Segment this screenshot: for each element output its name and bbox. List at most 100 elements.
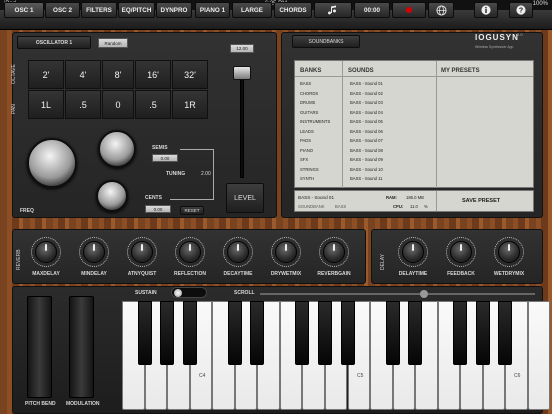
tab-filters[interactable]: FILTERS bbox=[81, 2, 117, 18]
music-note-button[interactable] bbox=[314, 2, 352, 18]
battery-label: 100% bbox=[532, 1, 548, 7]
soundbank-list bbox=[294, 60, 534, 188]
help-button[interactable]: ? bbox=[509, 2, 533, 18]
scroll-handle[interactable] bbox=[420, 290, 428, 298]
black-key[interactable] bbox=[340, 301, 355, 365]
pan-05r-button[interactable]: .5 bbox=[135, 90, 171, 119]
reverb-knob-mindelay[interactable] bbox=[83, 241, 105, 263]
black-key[interactable] bbox=[227, 301, 242, 365]
tuning-value: 2.00 bbox=[201, 171, 211, 177]
octave-8-button[interactable]: 8' bbox=[102, 60, 134, 89]
pan-1r-button[interactable]: 1R bbox=[172, 90, 208, 119]
black-key[interactable] bbox=[160, 301, 175, 365]
soundbank-value: BASS bbox=[335, 204, 347, 209]
sound-item[interactable]: BASS - Sound 09 bbox=[350, 157, 383, 162]
sound-item[interactable]: BASS - Sound 11 bbox=[350, 176, 383, 181]
freq-knob[interactable] bbox=[27, 138, 77, 188]
pitch-bend-label: PITCH BEND bbox=[25, 401, 56, 407]
octave-label-c5: C5 bbox=[357, 373, 364, 379]
sound-item[interactable]: BASS - Sound 01 bbox=[350, 81, 383, 86]
pan-05l-button[interactable]: .5 bbox=[65, 90, 101, 119]
sound-item[interactable]: BASS - Sound 03 bbox=[350, 100, 383, 105]
tab-eqpitch[interactable]: EQ/PITCH bbox=[118, 2, 155, 18]
bank-item[interactable]: SYNTH bbox=[300, 176, 314, 181]
black-key[interactable] bbox=[250, 301, 265, 365]
save-preset-button[interactable]: SAVE PRESET bbox=[462, 198, 500, 204]
tab-large[interactable]: LARGE bbox=[232, 2, 272, 18]
bank-item[interactable]: DRUMS bbox=[300, 100, 315, 105]
level-slider-handle[interactable] bbox=[233, 66, 251, 80]
scroll-track[interactable] bbox=[260, 293, 535, 295]
presets-header: MY PRESETS bbox=[441, 68, 480, 74]
cpu-unit: % bbox=[424, 204, 428, 209]
bank-item[interactable]: PIANO bbox=[300, 148, 313, 153]
tab-piano1[interactable]: PIANO 1 bbox=[195, 2, 230, 18]
modulation-wheel[interactable] bbox=[69, 296, 94, 398]
sound-item[interactable]: BASS - Sound 06 bbox=[350, 129, 383, 134]
black-key[interactable] bbox=[385, 301, 400, 365]
soundbanks-tab[interactable]: SOUNDBANKS bbox=[292, 35, 360, 48]
reverb-knob-maxdelay[interactable] bbox=[35, 241, 57, 263]
black-key[interactable] bbox=[498, 301, 513, 365]
globe-icon bbox=[435, 4, 447, 16]
white-key[interactable] bbox=[527, 301, 551, 410]
bank-item[interactable]: LEADS bbox=[300, 129, 314, 134]
ram-label: RAM: bbox=[386, 195, 397, 200]
pan-1l-button[interactable]: 1L bbox=[28, 90, 64, 119]
black-key[interactable] bbox=[453, 301, 468, 365]
cpu-label: CPU: bbox=[393, 204, 404, 209]
bank-item[interactable]: BASS bbox=[300, 81, 311, 86]
network-button[interactable] bbox=[428, 2, 454, 18]
sound-item[interactable]: BASS - Sound 05 bbox=[350, 119, 383, 124]
knob-indicator bbox=[141, 244, 143, 251]
black-key[interactable] bbox=[182, 301, 197, 365]
reverb-knob-reflection[interactable] bbox=[179, 241, 201, 263]
soundbank-label: SOUNDBANK bbox=[298, 204, 325, 209]
delay-knob-wetdrymix[interactable] bbox=[498, 241, 520, 263]
cents-knob[interactable] bbox=[96, 180, 128, 212]
octave-32-button[interactable]: 32' bbox=[172, 60, 208, 89]
black-key[interactable] bbox=[295, 301, 310, 365]
sound-item[interactable]: BASS - Sound 07 bbox=[350, 138, 383, 143]
reverb-knob-atnyquist[interactable] bbox=[131, 241, 153, 263]
sustain-toggle[interactable] bbox=[171, 287, 207, 298]
reverb-knob-reverbgain[interactable] bbox=[323, 241, 345, 263]
info-button[interactable] bbox=[474, 2, 498, 18]
reverb-knob-decaytime[interactable] bbox=[227, 241, 249, 263]
random-button[interactable]: Random bbox=[98, 38, 128, 48]
bank-item[interactable]: GUITARS bbox=[300, 110, 318, 115]
semis-label: SEMIS bbox=[152, 145, 168, 151]
knob-indicator bbox=[189, 244, 191, 251]
time-display: 00:00 bbox=[354, 2, 390, 18]
bank-item[interactable]: INSTRUMENTS bbox=[300, 119, 330, 124]
tab-chords[interactable]: CHORDS bbox=[274, 2, 312, 18]
delay-knob-feedback[interactable] bbox=[450, 241, 472, 263]
octave-16-button[interactable]: 16' bbox=[135, 60, 171, 89]
tab-osc2[interactable]: OSC 2 bbox=[45, 2, 80, 18]
sound-item[interactable]: BASS - Sound 02 bbox=[350, 91, 383, 96]
reset-button[interactable]: RESET bbox=[180, 206, 204, 215]
black-key[interactable] bbox=[317, 301, 332, 365]
black-key[interactable] bbox=[408, 301, 423, 365]
sound-item[interactable]: BASS - Sound 10 bbox=[350, 167, 383, 172]
black-key[interactable] bbox=[475, 301, 490, 365]
black-key[interactable] bbox=[137, 301, 152, 365]
bank-item[interactable]: STRINGS bbox=[300, 167, 319, 172]
delay-knob-delaytime[interactable] bbox=[402, 241, 424, 263]
tab-dynpro[interactable]: DYNPRO bbox=[156, 2, 192, 18]
bank-item[interactable]: PADS bbox=[300, 138, 311, 143]
semis-knob[interactable] bbox=[98, 130, 136, 168]
record-button[interactable] bbox=[392, 2, 426, 18]
pan-0-button[interactable]: 0 bbox=[102, 90, 134, 119]
bank-item[interactable]: CHORDS bbox=[300, 91, 318, 96]
tab-osc1[interactable]: OSC 1 bbox=[4, 2, 44, 18]
sound-item[interactable]: BASS - Sound 04 bbox=[350, 110, 383, 115]
octave-2-button[interactable]: 2' bbox=[28, 60, 64, 89]
sound-item[interactable]: BASS - Sound 08 bbox=[350, 148, 383, 153]
octave-label: OCTAVE bbox=[11, 64, 17, 84]
octave-4-button[interactable]: 4' bbox=[65, 60, 101, 89]
reverb-knob-drywetmix[interactable] bbox=[275, 241, 297, 263]
level-track bbox=[240, 68, 244, 178]
pitch-bend-wheel[interactable] bbox=[27, 296, 52, 398]
bank-item[interactable]: SFX bbox=[300, 157, 308, 162]
